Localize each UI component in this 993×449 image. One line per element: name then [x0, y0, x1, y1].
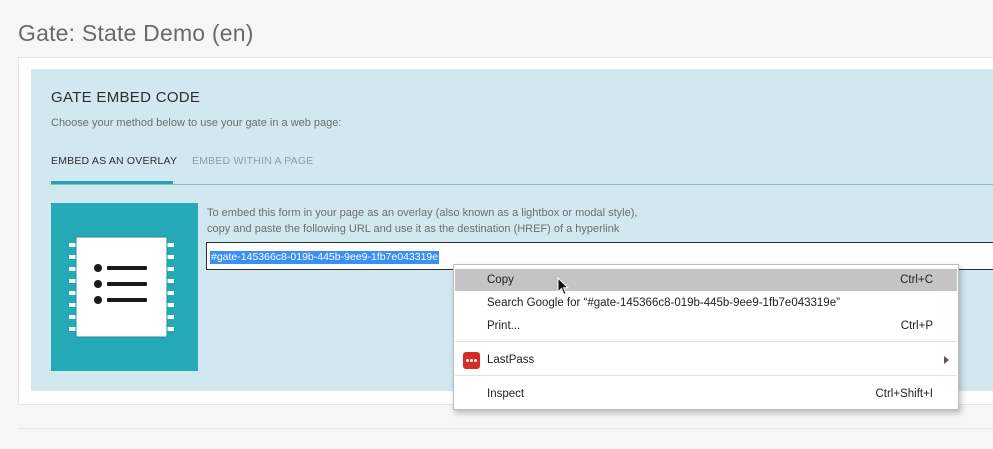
menu-item-label: Search Google for “#gate-145366c8-019b-4… [487, 297, 840, 309]
menu-item-label: Copy [487, 274, 514, 286]
menu-separator [455, 375, 957, 376]
menu-item-shortcut: Ctrl+C [900, 274, 933, 286]
instructions-line-2: copy and paste the following URL and use… [207, 223, 620, 235]
menu-separator [455, 341, 957, 342]
page-title: Gate: State Demo (en) [18, 20, 254, 46]
menu-item-label: Print... [487, 320, 521, 332]
tab-embed-within-page[interactable]: EMBED WITHIN A PAGE [192, 155, 313, 167]
menu-item-shortcut: Ctrl+P [900, 320, 933, 332]
menu-item-inspect[interactable]: Inspect Ctrl+Shift+I [455, 383, 957, 405]
menu-item-shortcut: Ctrl+Shift+I [875, 388, 933, 400]
divider [18, 428, 993, 429]
menu-item-label: Inspect [487, 388, 525, 400]
menu-item-search-google[interactable]: Search Google for “#gate-145366c8-019b-4… [455, 292, 957, 314]
tab-embed-overlay[interactable]: EMBED AS AN OVERLAY [51, 155, 177, 167]
instructions-line-1: To embed this form in your page as an ov… [207, 207, 638, 219]
submenu-arrow-icon [944, 356, 949, 364]
menu-item-label: LastPass [487, 354, 535, 366]
embed-instructions: To embed this form in your page as an ov… [207, 205, 637, 237]
embed-subtext: Choose your method below to use your gat… [51, 117, 342, 129]
active-tab-indicator [51, 181, 173, 184]
lastpass-icon [463, 352, 480, 369]
list-icon [69, 236, 174, 338]
menu-item-print[interactable]: Print... Ctrl+P [455, 315, 957, 337]
embed-url-selected-text[interactable]: #gate-145366c8-019b-445b-9ee9-1fb7e04331… [210, 251, 440, 264]
context-menu: Copy Ctrl+C Search Google for “#gate-145… [453, 264, 959, 410]
menu-item-copy[interactable]: Copy Ctrl+C [455, 269, 957, 291]
gate-thumbnail [51, 203, 198, 371]
menu-item-lastpass[interactable]: LastPass [455, 349, 957, 371]
mouse-cursor-icon [557, 277, 569, 296]
embed-tabs: EMBED AS AN OVERLAY EMBED WITHIN A PAGE [51, 150, 993, 185]
embed-heading: GATE EMBED CODE [51, 89, 201, 106]
